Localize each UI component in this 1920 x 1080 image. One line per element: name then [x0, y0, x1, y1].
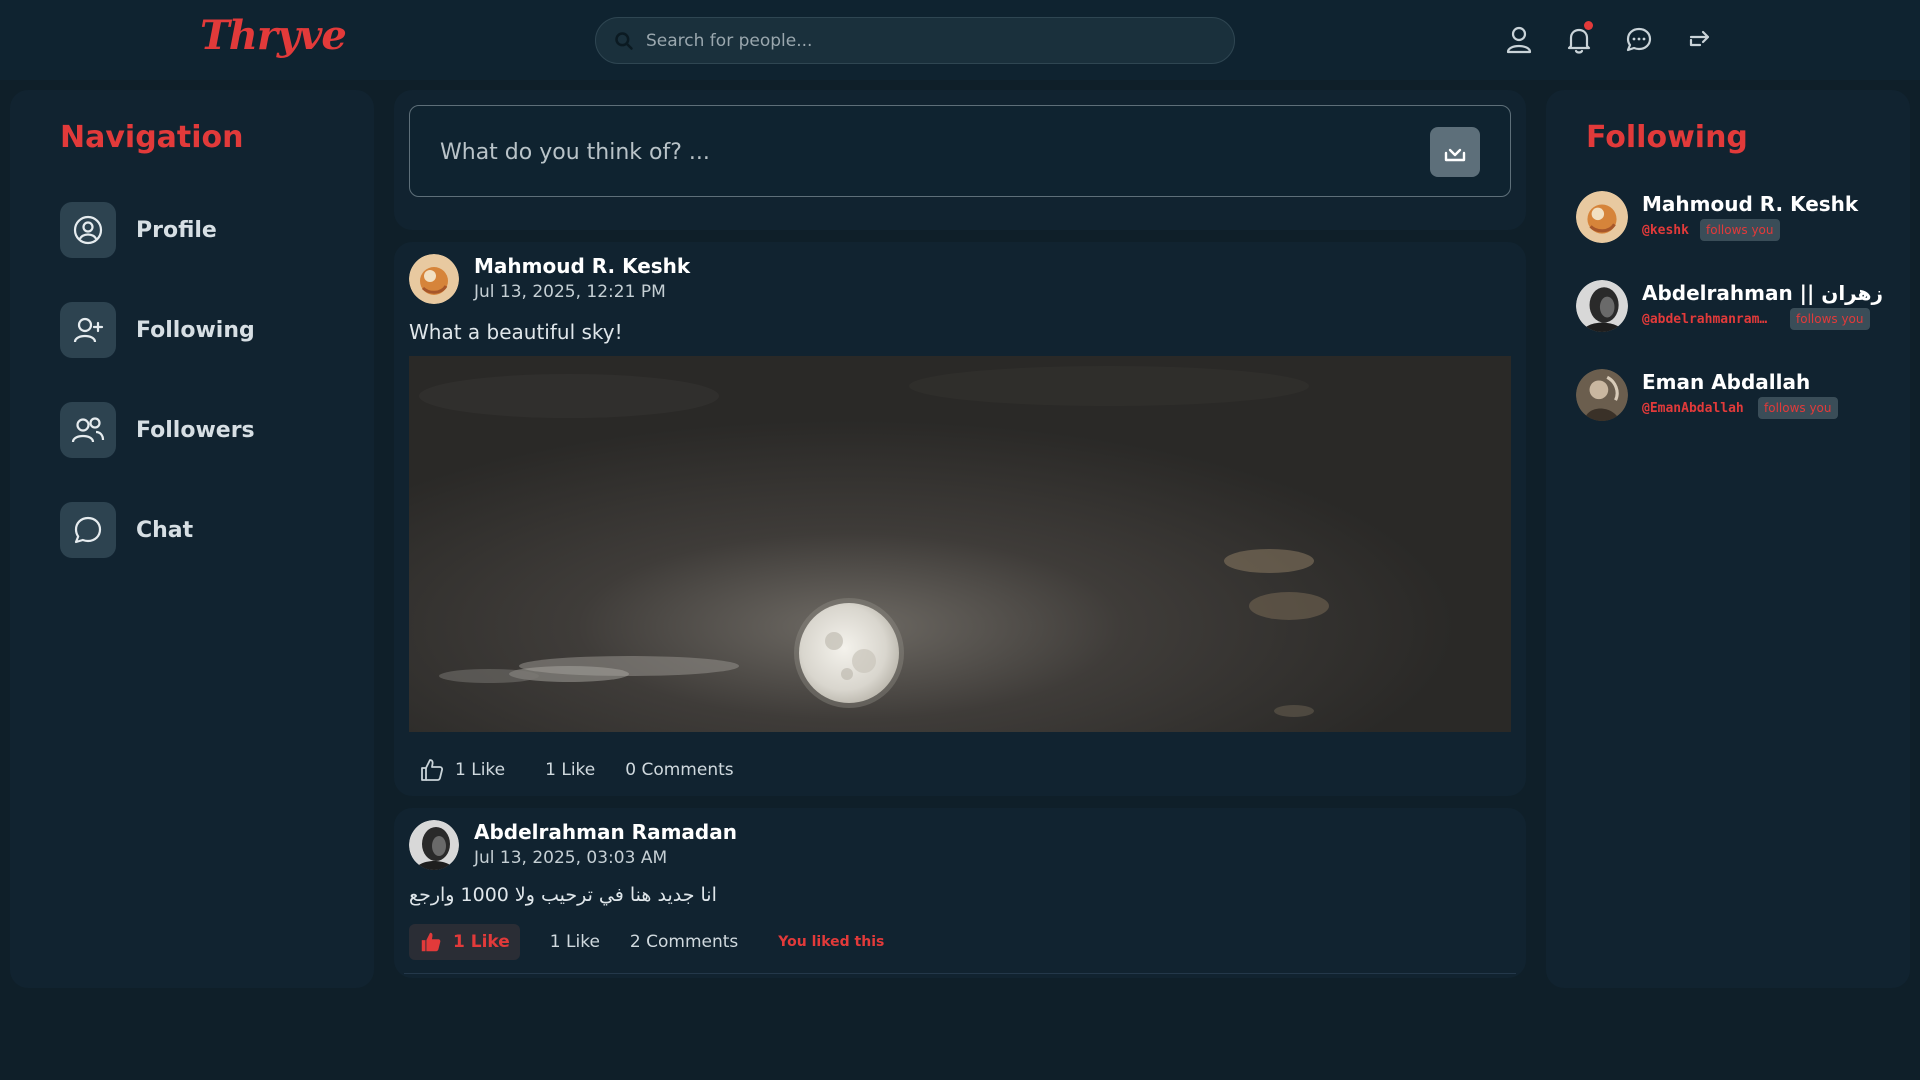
following-title: Following — [1586, 120, 1748, 155]
composer-card — [394, 90, 1526, 230]
following-panel: Following Mahmoud R. Keshk @keshk follow… — [1546, 90, 1910, 988]
post-actions: 1 Like 1 Like 2 Comments You liked this — [409, 924, 884, 960]
download-tray-icon — [1444, 148, 1466, 162]
avatar[interactable] — [1576, 191, 1628, 243]
post-text: انا جديد هنا في ترحيب ولا 1000 وارجع — [409, 884, 717, 906]
search-icon — [615, 31, 633, 50]
thumbs-up-filled-icon — [421, 932, 441, 952]
nav-item-followers[interactable]: Followers — [60, 402, 340, 458]
likes-count[interactable]: 1 Like — [550, 932, 600, 952]
avatar[interactable] — [409, 820, 459, 870]
like-button[interactable]: 1 Like — [409, 752, 515, 788]
nav-label-chat: Chat — [136, 517, 194, 543]
comments-count[interactable]: 2 Comments — [630, 932, 738, 952]
follows-you-badge: follows you — [1700, 219, 1780, 241]
nav-item-following[interactable]: Following — [60, 302, 340, 358]
app-logo[interactable]: Thryve — [200, 12, 347, 59]
top-bar: Thryve — [0, 0, 1920, 80]
user-plus-icon — [60, 302, 116, 358]
follows-you-badge: follows you — [1758, 397, 1838, 419]
post-card: Abdelrahman Ramadan Jul 13, 2025, 03:03 … — [394, 808, 1526, 978]
user-circle-icon — [60, 202, 116, 258]
chat-bubble-icon — [60, 502, 116, 558]
search-input[interactable] — [646, 30, 1206, 51]
users-icon — [60, 402, 116, 458]
nav-item-profile[interactable]: Profile — [60, 202, 340, 258]
post-timestamp: Jul 13, 2025, 12:21 PM — [474, 282, 666, 302]
following-handle: @keshk — [1642, 223, 1689, 238]
likes-count[interactable]: 1 Like — [545, 760, 595, 780]
post-author[interactable]: Abdelrahman Ramadan — [474, 820, 737, 844]
post-text: What a beautiful sky! — [409, 320, 623, 344]
navigation-panel: Navigation Profile Following Followers C… — [10, 90, 374, 988]
avatar[interactable] — [409, 254, 459, 304]
liked-by-you-note: You liked this — [778, 934, 885, 950]
avatar[interactable] — [1576, 280, 1628, 332]
logout-icon[interactable] — [1683, 22, 1719, 58]
nav-label-following: Following — [136, 317, 255, 343]
following-handle: @abdelrahmanram… — [1642, 312, 1768, 327]
following-name: Eman Abdallah — [1642, 370, 1811, 394]
like-label: 1 Like — [453, 932, 510, 952]
chat-bubble-icon[interactable] — [1621, 22, 1657, 58]
post-image[interactable] — [409, 356, 1511, 732]
following-item[interactable]: Abdelrahman || زهران @abdelrahmanram… fo… — [1576, 280, 1896, 332]
post-input[interactable] — [440, 136, 1400, 168]
notification-dot — [1584, 21, 1593, 30]
following-name: Abdelrahman || زهران — [1642, 281, 1883, 305]
navigation-title: Navigation — [60, 120, 244, 155]
like-button[interactable]: 1 Like — [409, 924, 520, 960]
profile-icon[interactable] — [1501, 22, 1537, 58]
nav-label-followers: Followers — [136, 417, 255, 443]
post-card: Mahmoud R. Keshk Jul 13, 2025, 12:21 PM … — [394, 242, 1526, 796]
search-bar[interactable] — [595, 17, 1235, 64]
follows-you-badge: follows you — [1790, 308, 1870, 330]
like-label: 1 Like — [455, 760, 506, 780]
submit-post-button[interactable] — [1430, 127, 1480, 177]
comments-count[interactable]: 0 Comments — [625, 760, 733, 780]
bell-icon[interactable] — [1561, 21, 1597, 58]
following-handle: @EmanAbdallah — [1642, 401, 1744, 416]
following-name: Mahmoud R. Keshk — [1642, 192, 1859, 216]
divider — [404, 973, 1516, 974]
post-composer — [409, 105, 1511, 197]
following-item[interactable]: Mahmoud R. Keshk @keshk follows you — [1576, 191, 1896, 243]
post-timestamp: Jul 13, 2025, 03:03 AM — [474, 848, 668, 868]
post-author[interactable]: Mahmoud R. Keshk — [474, 254, 690, 278]
post-actions: 1 Like 1 Like 0 Comments — [409, 752, 734, 788]
following-item[interactable]: Eman Abdallah @EmanAbdallah follows you — [1576, 369, 1896, 421]
nav-item-chat[interactable]: Chat — [60, 502, 340, 558]
nav-label-profile: Profile — [136, 217, 217, 243]
thumbs-up-icon — [421, 759, 444, 781]
avatar[interactable] — [1576, 369, 1628, 421]
